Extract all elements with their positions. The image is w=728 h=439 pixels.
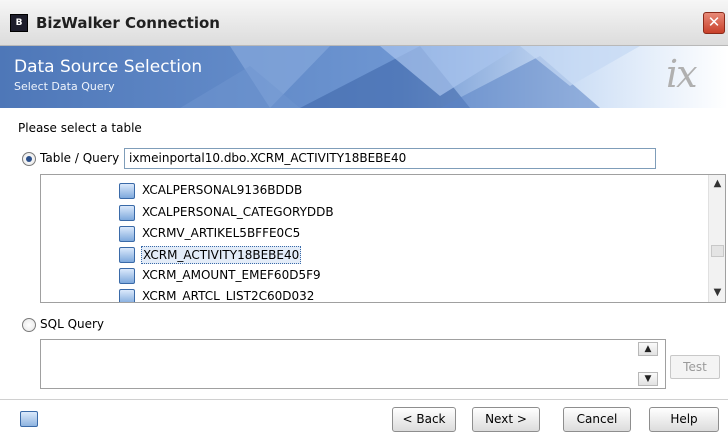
banner-subtitle: Select Data Query [14, 80, 115, 93]
close-icon[interactable]: ✕ [703, 12, 725, 34]
banner-graphic [0, 46, 728, 108]
sql-query-textarea[interactable] [40, 339, 666, 389]
list-item-label: XCALPERSONAL9136BDDB [142, 183, 303, 197]
header-banner: Data Source Selection Select Data Query … [0, 46, 728, 108]
connection-icon[interactable] [20, 411, 38, 427]
table-icon [119, 183, 135, 199]
test-button[interactable]: Test [670, 355, 720, 379]
scroll-down-icon[interactable]: ▼ [710, 285, 725, 301]
table-icon [119, 205, 135, 221]
table-icon [119, 268, 135, 284]
prompt-label: Please select a table [18, 121, 142, 135]
table-icon [119, 289, 135, 302]
sql-query-radio[interactable] [22, 318, 36, 332]
table-query-radio[interactable] [22, 152, 36, 166]
app-icon: B [10, 14, 28, 32]
sql-query-label[interactable]: SQL Query [40, 317, 104, 331]
list-scrollbar[interactable]: ▲ ▼ [708, 175, 725, 302]
footer-divider [0, 399, 728, 400]
scroll-up-icon[interactable]: ▲ [710, 176, 725, 192]
back-button[interactable]: < Back [392, 407, 456, 432]
list-item-label: XCRM_ARTCL_LIST2C60D032 [142, 289, 315, 303]
list-item-label: XCRM_ACTIVITY18BEBE40 [141, 246, 302, 264]
list-item-label: XCRM_AMOUNT_EMEF60D5F9 [142, 268, 321, 282]
list-item-label: XCALPERSONAL_CATEGORYDDB [142, 205, 334, 219]
scroll-up-icon[interactable]: ▲ [638, 342, 658, 356]
table-query-label[interactable]: Table / Query [40, 151, 119, 165]
table-list[interactable]: XCALPERSONAL9136BDDB XCALPERSONAL_CATEGO… [40, 174, 726, 303]
table-icon [119, 226, 135, 242]
scroll-down-icon[interactable]: ▼ [638, 372, 658, 386]
list-item-label: XCRMV_ARTIKEL5BFFE0C5 [142, 226, 301, 240]
help-button[interactable]: Help [649, 407, 719, 432]
sql-scrollbar[interactable]: ▲ ▼ [636, 340, 660, 388]
scroll-thumb[interactable] [711, 245, 724, 257]
table-query-input[interactable]: ixmeinportal10.dbo.XCRM_ACTIVITY18BEBE40 [124, 148, 656, 169]
window-title: BizWalker Connection [36, 14, 220, 32]
cancel-button[interactable]: Cancel [563, 407, 631, 432]
next-button[interactable]: Next > [472, 407, 540, 432]
ix-logo: ix [666, 52, 698, 96]
banner-title: Data Source Selection [14, 57, 203, 77]
table-icon [119, 247, 135, 263]
title-bar: B BizWalker Connection ✕ [0, 0, 728, 46]
